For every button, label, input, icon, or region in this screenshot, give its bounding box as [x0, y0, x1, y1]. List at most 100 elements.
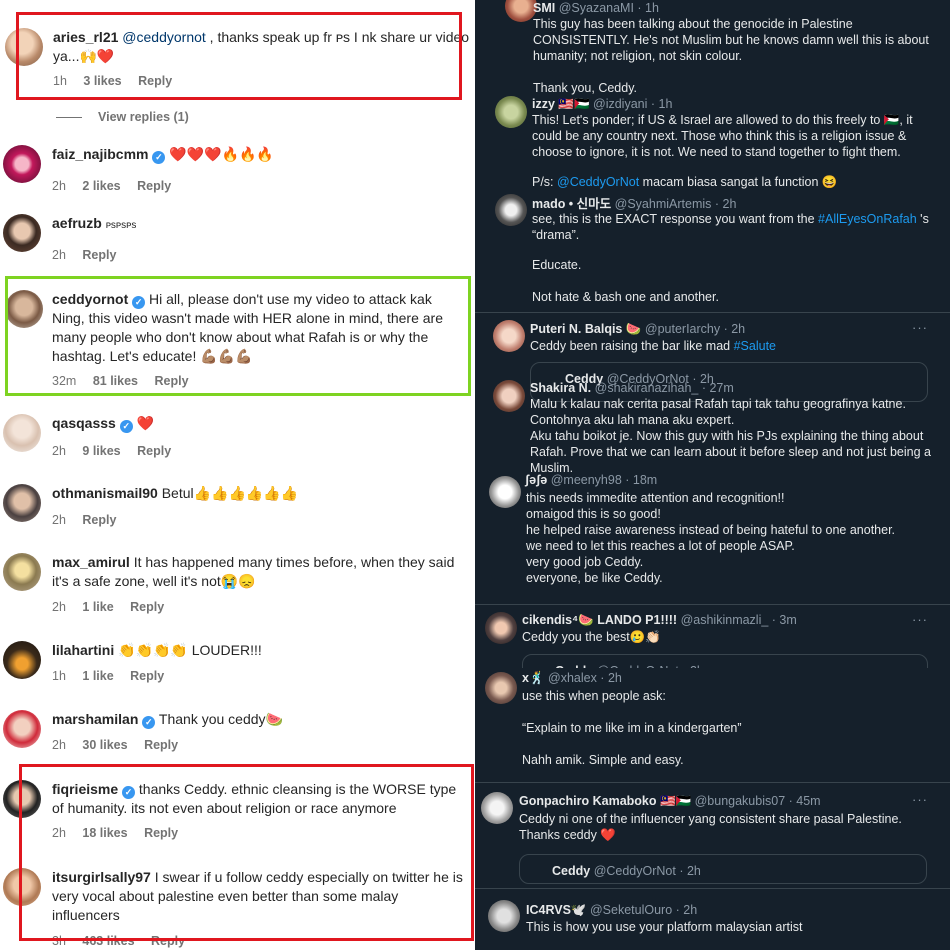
reply-button[interactable]: Reply — [138, 74, 172, 88]
tweet-text: use this when people ask: “Explain to me… — [522, 689, 742, 767]
comment-likes[interactable]: 1 like — [82, 669, 113, 683]
tweet-text-part: Ceddy been raising the bar like mad — [530, 339, 734, 353]
reply-button[interactable]: Reply — [82, 513, 116, 527]
comment-likes[interactable]: 30 likes — [82, 738, 127, 752]
comment-likes[interactable]: 9 likes — [82, 444, 120, 458]
reply-button[interactable]: Reply — [137, 179, 171, 193]
comment-username[interactable]: itsurgirlsally97 — [52, 869, 151, 885]
tweet-author[interactable]: ʃəʃə — [525, 473, 547, 487]
tweet-handle[interactable]: @ashikinmazli_ · 3m — [681, 613, 797, 627]
hashtag-link[interactable]: #AllEyesOnRafah — [818, 212, 917, 226]
tweet-author[interactable]: SMI — [533, 1, 555, 15]
avatar[interactable] — [485, 672, 517, 704]
tweet-handle[interactable]: @meenyh98 · 18m — [551, 473, 658, 487]
mention-link[interactable]: @ceddyornot — [122, 29, 205, 45]
comment-time: 2h — [52, 826, 66, 840]
avatar[interactable] — [481, 792, 513, 824]
avatar[interactable] — [3, 780, 41, 818]
reply-button[interactable]: Reply — [144, 826, 178, 840]
tweet-handle[interactable]: @xhalex · 2h — [548, 671, 622, 685]
reply-button[interactable]: Reply — [137, 444, 171, 458]
avatar[interactable] — [3, 484, 41, 522]
comment-username[interactable]: lilahartini — [52, 642, 114, 658]
avatar[interactable] — [5, 290, 43, 328]
avatar[interactable] — [3, 214, 41, 252]
tweet-author[interactable]: Gonpachiro Kamaboko 🇲🇾🇵🇸 — [519, 794, 691, 808]
reply-button[interactable]: Reply — [154, 374, 188, 388]
more-options-icon[interactable]: ··· — [912, 612, 928, 628]
reply-button[interactable]: Reply — [130, 600, 164, 614]
comment-time: 2h — [52, 179, 66, 193]
comment-text: Betul👍👍👍👍👍👍 — [161, 485, 299, 501]
comment-username[interactable]: marshamilan — [52, 711, 138, 727]
avatar[interactable] — [3, 414, 41, 452]
tweet-handle[interactable]: @puterIarchy · 2h — [645, 322, 745, 336]
tweet-author[interactable]: mado • 신마도 — [532, 197, 611, 211]
avatar[interactable] — [3, 710, 41, 748]
comment-username[interactable]: aries_rl21 — [53, 29, 118, 45]
reply-button[interactable]: Reply — [151, 934, 185, 948]
tweet-author[interactable]: Shakira N. — [530, 381, 591, 395]
reply-button[interactable]: Reply — [82, 248, 116, 262]
comment-username[interactable]: qasqasss — [52, 415, 116, 431]
comment-likes[interactable]: 2 likes — [82, 179, 120, 193]
avatar[interactable] — [3, 145, 41, 183]
avatar[interactable] — [493, 380, 525, 412]
comment-likes[interactable]: 463 likes — [82, 934, 134, 948]
avatar[interactable] — [495, 194, 527, 226]
tweet-handle[interactable]: @bungakubis07 · 45m — [695, 794, 821, 808]
avatar[interactable] — [495, 96, 527, 128]
more-options-icon[interactable]: ··· — [912, 792, 928, 808]
comment-likes[interactable]: 18 likes — [82, 826, 127, 840]
comment-likes[interactable]: 81 likes — [93, 374, 138, 388]
avatar[interactable] — [3, 868, 41, 906]
tweet-handle[interactable]: @SyazanaMI · 1h — [559, 1, 659, 15]
comment-username[interactable]: max_amirul — [52, 554, 130, 570]
comment-time: 1h — [52, 669, 66, 683]
quote-handle[interactable]: @CeddyOrNot · 2h — [594, 864, 701, 878]
comment-username[interactable]: fiqrieisme — [52, 781, 118, 797]
avatar[interactable] — [5, 28, 43, 66]
tweet-text-2: Educate. Not hate & bash one and another… — [532, 258, 719, 304]
hashtag-link[interactable]: #Salute — [734, 339, 776, 353]
comment-time: 2h — [52, 738, 66, 752]
mention-link[interactable]: @CeddyOrNot — [557, 175, 639, 189]
divider — [475, 604, 950, 605]
comment-username[interactable]: othmanismail90 — [52, 485, 158, 501]
tweet-author[interactable]: Puteri N. Balqis 🍉 — [530, 322, 641, 336]
tweet-meenyh[interactable]: ʃəʃə @meenyh98 · 18m this needs immedite… — [475, 472, 950, 600]
reply-button[interactable]: Reply — [130, 669, 164, 683]
tweet-handle[interactable]: @SeketulOuro · 2h — [590, 903, 697, 917]
comment-username[interactable]: aefruzb — [52, 215, 102, 231]
more-options-icon[interactable]: ··· — [912, 320, 928, 336]
comment-username[interactable]: ceddyornot — [52, 291, 128, 307]
tweet-author[interactable]: izzy 🇲🇾🇵🇸 — [532, 97, 590, 111]
tweet-text: this needs immedite attention and recogn… — [526, 491, 896, 585]
reply-button[interactable]: Reply — [144, 738, 178, 752]
avatar[interactable] — [3, 641, 41, 679]
tweet-author[interactable]: x🕺 — [522, 671, 545, 685]
instagram-comments-panel: aries_rl21 @ceddyornot , thanks speak up… — [0, 0, 475, 950]
tweet-handle[interactable]: @SyahmiArtemis · 2h — [615, 197, 737, 211]
avatar[interactable] — [488, 900, 520, 932]
tweet-author[interactable]: cikendis⁴🍉 LANDO P1!!!! — [522, 613, 677, 627]
avatar[interactable] — [489, 476, 521, 508]
quoted-tweet[interactable]: Ceddy @CeddyOrNot · 2h — [519, 854, 927, 884]
avatar[interactable] — [485, 612, 517, 644]
verified-icon: ✓ — [152, 151, 166, 164]
tweet-xhalex[interactable]: x🕺 @xhalex · 2h use this when people ask… — [475, 668, 950, 780]
twitter-replies-panel: SMI @SyazanaMI · 1h This guy has been ta… — [475, 0, 950, 950]
comment-text: ᴘѕᴘѕᴘѕ — [105, 220, 137, 231]
comment-username[interactable]: faiz_najibcmm — [52, 146, 148, 162]
avatar[interactable] — [3, 553, 41, 591]
comment-likes[interactable]: 3 likes — [83, 74, 121, 88]
comment-likes[interactable]: 1 like — [82, 600, 113, 614]
avatar[interactable] — [493, 320, 525, 352]
divider — [475, 312, 950, 313]
quote-author[interactable]: Ceddy — [552, 864, 590, 878]
tweet-handle[interactable]: @shakiranazihah_ · 27m — [595, 381, 734, 395]
tweet-text: Ceddy ni one of the influencer yang cons… — [519, 812, 902, 842]
tweet-author[interactable]: IC4RVS🕊️ — [526, 903, 587, 917]
view-replies-button[interactable]: View replies (1) — [56, 110, 189, 124]
tweet-handle[interactable]: @izdiyani · 1h — [593, 97, 672, 111]
